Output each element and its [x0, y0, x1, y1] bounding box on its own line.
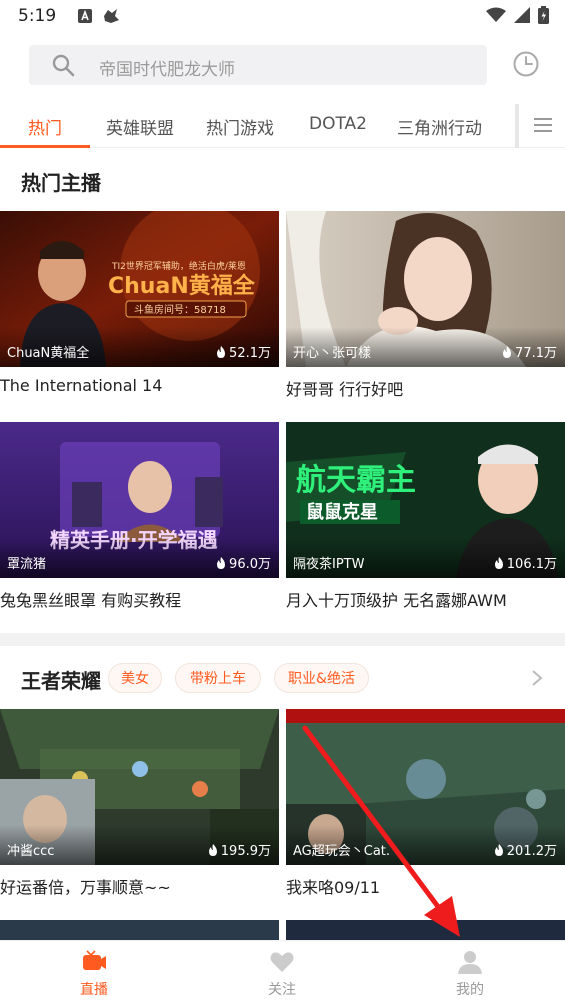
- stream-title: 好运番倍，万事顺意~~: [0, 878, 171, 897]
- notification-a-icon: [78, 9, 93, 23]
- viewer-count-value: 106.1万: [506, 557, 557, 572]
- viewer-count: 52.1万: [216, 342, 271, 361]
- anchor-name: 开心丶张可樣: [293, 346, 372, 361]
- chip-beauty[interactable]: 美女: [108, 663, 162, 693]
- history-icon[interactable]: [512, 50, 540, 78]
- fire-icon: [217, 345, 226, 358]
- tab-dota2[interactable]: DOTA2: [309, 114, 367, 134]
- search-input[interactable]: 帝国时代肥龙大师: [29, 45, 487, 85]
- live-tv-icon: [83, 950, 106, 970]
- thumb-banner: 航天霸主: [296, 463, 416, 498]
- search-placeholder: 帝国时代肥龙大师: [99, 60, 235, 80]
- category-tabs: 热门 英雄联盟 热门游戏 DOTA2 三角洲行动: [0, 104, 565, 148]
- stream-card[interactable]: AG超玩会丶Cat. 201.2万 我来咯09/11: [286, 709, 565, 898]
- status-time: 5:19: [18, 6, 57, 26]
- viewer-count: 201.2万: [494, 840, 557, 859]
- chevron-right-icon[interactable]: [530, 668, 544, 688]
- stream-title: 好哥哥 行行好吧: [286, 380, 404, 399]
- nav-live[interactable]: 直播: [34, 941, 154, 1004]
- active-tab-indicator: [0, 145, 90, 148]
- stream-card[interactable]: TI2世界冠军辅助，绝活白虎/莱恩 ChuaN黄福全 斗鱼房间号：58718 C…: [0, 211, 279, 395]
- battery-icon: [538, 6, 549, 24]
- stream-thumbnail: TI2世界冠军辅助，绝活白虎/莱恩 ChuaN黄福全 斗鱼房间号：58718 C…: [0, 211, 279, 367]
- viewer-count-value: 195.9万: [220, 844, 271, 859]
- stream-thumbnail: AG超玩会丶Cat. 201.2万: [286, 709, 565, 865]
- section-divider: [0, 633, 565, 646]
- search-row: 帝国时代肥龙大师: [0, 40, 565, 92]
- stream-card[interactable]: 冲酱ccc 195.9万 好运番倍，万事顺意~~: [0, 709, 279, 898]
- tabs-divider: [515, 104, 519, 148]
- fire-icon: [494, 843, 503, 856]
- stream-card-peek: [0, 920, 279, 940]
- anchor-name: 罩流猪: [7, 557, 47, 572]
- stream-thumbnail: 开心丶张可樣 77.1万: [286, 211, 565, 367]
- tab-lol[interactable]: 英雄联盟: [106, 114, 174, 139]
- chip-pro-skills[interactable]: 职业&绝活: [274, 663, 369, 693]
- viewer-count: 96.0万: [216, 553, 271, 572]
- chip-carry-fans[interactable]: 带粉上车: [175, 663, 261, 693]
- stream-title: 月入十万顶级护 无名露娜AWM: [286, 591, 507, 610]
- thumb-room-number: 斗鱼房间号：58718: [134, 303, 226, 316]
- fire-icon: [494, 556, 503, 569]
- tab-hot-games[interactable]: 热门游戏: [206, 114, 274, 139]
- viewer-count: 77.1万: [502, 342, 557, 361]
- stream-card[interactable]: 精英手册·开学福遇 罩流猪 96.0万 兔兔黑丝眼罩 有购买教程: [0, 422, 279, 611]
- section-title-glory: 王者荣耀: [21, 669, 101, 693]
- tab-hot[interactable]: 热门: [28, 114, 62, 139]
- anchor-name: 隔夜茶IPTW: [293, 557, 365, 572]
- viewer-count-value: 96.0万: [229, 557, 271, 572]
- status-bar: 5:19: [0, 0, 565, 32]
- thumb-subbanner: 鼠鼠克星: [306, 501, 378, 523]
- viewer-count: 195.9万: [208, 840, 271, 859]
- viewer-count-value: 77.1万: [515, 346, 557, 361]
- viewer-count-value: 52.1万: [229, 346, 271, 361]
- nav-label-me: 我的: [456, 982, 484, 998]
- viewer-count-value: 201.2万: [506, 844, 557, 859]
- stream-title: The International 14: [0, 376, 163, 395]
- anchor-name: AG超玩会丶Cat.: [293, 844, 391, 859]
- tab-delta-force[interactable]: 三角洲行动: [397, 114, 482, 139]
- stream-card[interactable]: 航天霸主 鼠鼠克星 隔夜茶IPTW 106.1万 月入十万顶级护 无名露娜AWM: [286, 422, 565, 611]
- thumb-banner: ChuaN黄福全: [108, 273, 256, 299]
- thumb-caption: TI2世界冠军辅助，绝活白虎/莱恩: [111, 260, 246, 272]
- fire-icon: [217, 556, 226, 569]
- wifi-icon: [486, 7, 506, 22]
- anchor-name: ChuaN黄福全: [7, 346, 90, 361]
- menu-icon[interactable]: [534, 117, 552, 133]
- stream-thumbnail: 精英手册·开学福遇 罩流猪 96.0万: [0, 422, 279, 578]
- heart-icon: [270, 952, 294, 972]
- nav-label-live: 直播: [80, 982, 108, 998]
- nav-follow[interactable]: 关注: [222, 941, 342, 1004]
- stream-title: 我来咯09/11: [286, 878, 381, 897]
- section-title-hot: 热门主播: [21, 171, 101, 195]
- stream-thumbnail: 航天霸主 鼠鼠克星 隔夜茶IPTW 106.1万: [286, 422, 565, 578]
- stream-card-peek: [286, 920, 565, 940]
- fire-icon: [503, 345, 512, 358]
- stream-card[interactable]: 开心丶张可樣 77.1万 好哥哥 行行好吧: [286, 211, 565, 400]
- fire-icon: [208, 843, 217, 856]
- stream-thumbnail: 冲酱ccc 195.9万: [0, 709, 279, 865]
- signal-icon: [514, 7, 530, 23]
- search-icon: [52, 54, 75, 77]
- person-icon: [458, 951, 482, 974]
- bottom-nav: 直播 关注 我的: [0, 940, 565, 1004]
- anchor-name: 冲酱ccc: [7, 844, 55, 859]
- notification-app-icon: [104, 9, 120, 23]
- viewer-count: 106.1万: [494, 553, 557, 572]
- nav-me[interactable]: 我的: [410, 941, 530, 1004]
- nav-label-follow: 关注: [268, 982, 296, 998]
- stream-title: 兔兔黑丝眼罩 有购买教程: [0, 591, 182, 610]
